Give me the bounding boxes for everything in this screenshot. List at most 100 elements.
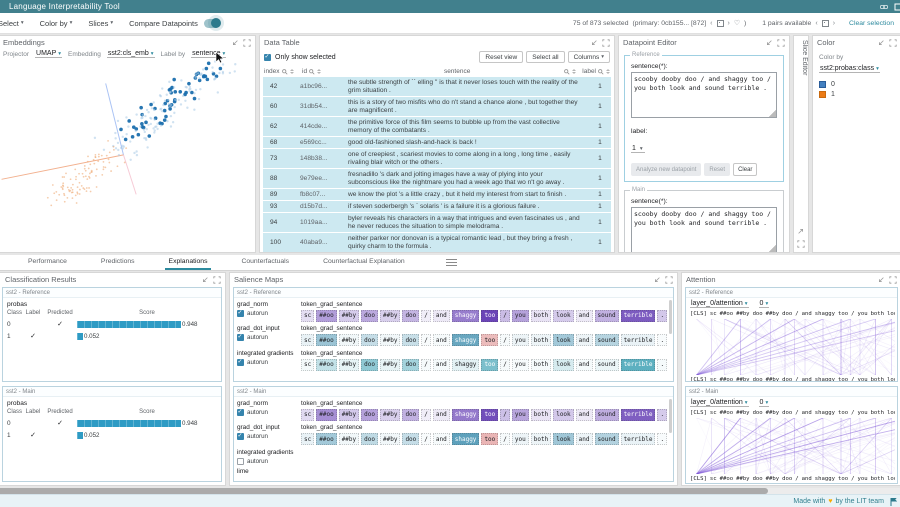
layout-drag-handle[interactable] xyxy=(446,259,457,266)
datapoint xyxy=(77,193,79,195)
color-by-menu[interactable]: Color by▾ xyxy=(40,19,73,28)
reset-view-button[interactable]: Reset view xyxy=(479,51,523,63)
only-show-selected-checkbox[interactable] xyxy=(264,54,271,61)
sentence-textarea[interactable] xyxy=(631,72,777,118)
analyze-new-datapoint-button[interactable]: Analyze new datapoint xyxy=(631,163,701,176)
minimize-panel-icon[interactable] xyxy=(201,276,209,284)
table-row[interactable]: 941019aa...byler reveals his characters … xyxy=(263,213,611,232)
table-row[interactable]: 42a1bc96...the subtle strength of `` ell… xyxy=(263,77,611,96)
goto-datapoint-icon[interactable] xyxy=(717,20,724,27)
clear-button[interactable]: Clear xyxy=(733,163,757,176)
flag-icon[interactable] xyxy=(890,498,897,506)
embeddings-scatterplot[interactable] xyxy=(0,59,253,247)
datapoint xyxy=(101,174,103,176)
search-icon[interactable] xyxy=(564,69,570,75)
sentence-field-label: sentence(*): xyxy=(631,198,777,205)
table-row[interactable]: 68e569cc...good old-fashioned slash-and-… xyxy=(263,137,611,148)
layer-select[interactable]: layer_0/attention▾ xyxy=(690,300,749,308)
salience-token: ##by xyxy=(380,359,400,371)
datapoint xyxy=(173,106,175,108)
sort-icon[interactable] xyxy=(572,69,576,74)
next-datapoint-button[interactable]: › xyxy=(728,20,730,27)
editor-section-main: Mainsentence(*):label:1▾Analyze new data… xyxy=(624,190,784,253)
maximize-panel-icon[interactable] xyxy=(665,276,673,284)
maximize-panel-icon[interactable] xyxy=(777,39,785,47)
columns-button[interactable]: Columns▾ xyxy=(568,51,610,63)
tab-performance[interactable]: Performance xyxy=(24,255,71,270)
sort-icon[interactable] xyxy=(290,69,294,74)
autorun-checkbox[interactable] xyxy=(237,409,244,416)
tab-counterfactual-explanation[interactable]: Counterfactual Explanation xyxy=(319,255,409,270)
slices-menu[interactable]: Slices▾ xyxy=(88,19,113,28)
embedding-select[interactable]: sst2:cls_emb▾ xyxy=(107,50,155,58)
layer-select[interactable]: layer_0/attention▾ xyxy=(690,399,749,407)
table-header: index id sentence label xyxy=(260,65,614,77)
table-row[interactable]: 10040aba9...neither parker nor donovan i… xyxy=(263,233,611,252)
minimize-panel-icon[interactable] xyxy=(231,39,239,47)
app-menu-icon[interactable] xyxy=(894,3,900,11)
table-row[interactable]: 73148b38...one of creepiest , scariest m… xyxy=(263,149,611,168)
minimize-panel-icon[interactable] xyxy=(653,276,661,284)
sentence-textarea[interactable] xyxy=(631,207,777,253)
datapoint xyxy=(222,72,224,74)
prev-datapoint-button[interactable]: ‹ xyxy=(710,20,712,27)
projector-select[interactable]: UMAP▾ xyxy=(35,50,62,58)
minimize-panel-icon[interactable] xyxy=(590,39,598,47)
maximize-panel-icon[interactable] xyxy=(213,276,221,284)
maximize-panel-icon[interactable] xyxy=(889,276,897,284)
pairs-status: 1 pairs available xyxy=(762,20,811,27)
next-pair-button[interactable]: › xyxy=(833,20,835,27)
slice-editor-panel[interactable]: Slice Editor xyxy=(793,35,809,253)
token: both xyxy=(871,410,884,416)
token: [CLS] xyxy=(690,476,707,482)
layer-value: layer_0/attention xyxy=(691,300,743,307)
head-select[interactable]: 0▾ xyxy=(759,399,770,407)
autorun-checkbox[interactable] xyxy=(237,458,244,465)
table-row[interactable]: 89fb8c07...we know the plot 's a little … xyxy=(263,189,611,200)
goto-pair-icon[interactable] xyxy=(822,20,829,27)
search-icon[interactable] xyxy=(309,69,315,75)
share-link-icon[interactable] xyxy=(880,3,888,11)
table-row[interactable]: 62414cde...the primitive force of this f… xyxy=(263,117,611,136)
table-row[interactable]: 889e79ee...fresnadillo 's dark and jolti… xyxy=(263,169,611,188)
label-select[interactable]: 1▾ xyxy=(631,145,645,153)
row-label: 1 xyxy=(590,203,610,211)
tab-counterfactuals[interactable]: Counterfactuals xyxy=(237,255,293,270)
maximize-panel-icon[interactable] xyxy=(602,39,610,47)
prev-pair-button[interactable]: ‹ xyxy=(815,20,817,27)
search-icon[interactable] xyxy=(598,69,604,75)
minimize-panel-icon[interactable] xyxy=(765,39,773,47)
datapoint xyxy=(83,176,85,178)
autorun-checkbox[interactable] xyxy=(237,433,244,440)
sort-icon[interactable] xyxy=(317,69,321,74)
head-select[interactable]: 0▾ xyxy=(759,300,770,308)
expand-panel-icon[interactable] xyxy=(797,227,805,235)
minimize-panel-icon[interactable] xyxy=(877,276,885,284)
chevron-down-icon: ▾ xyxy=(58,51,61,57)
maximize-panel-icon[interactable] xyxy=(889,39,897,47)
autorun-checkbox[interactable] xyxy=(237,334,244,341)
compare-datapoints-toggle[interactable] xyxy=(204,19,220,28)
reset-button[interactable]: Reset xyxy=(704,163,730,176)
table-row[interactable]: 6031db54...this is a story of two misfit… xyxy=(263,97,611,116)
tab-predictions[interactable]: Predictions xyxy=(97,255,139,270)
salience-token: . xyxy=(657,334,667,346)
search-icon[interactable] xyxy=(282,69,288,75)
clear-selection-link[interactable]: Clear selection xyxy=(849,20,894,27)
select-menu[interactable]: Select▾ xyxy=(0,19,24,28)
salience-token: . xyxy=(657,310,667,322)
scrollbar-thumb[interactable] xyxy=(669,300,672,334)
maximize-panel-icon[interactable] xyxy=(797,240,805,248)
minimize-panel-icon[interactable] xyxy=(877,39,885,47)
maximize-panel-icon[interactable] xyxy=(243,39,251,47)
table-row[interactable]: 93d15b7d...if steven soderbergh 's ` sol… xyxy=(263,201,611,212)
favorite-icon[interactable]: ♡ xyxy=(734,19,740,27)
tab-explanations[interactable]: Explanations xyxy=(165,255,212,270)
scrollbar-thumb[interactable] xyxy=(669,399,672,433)
attention-viz: [CLS]sc##oo##bydoo##bydoo/andshaggytoo/y… xyxy=(688,310,895,382)
select-all-button[interactable]: Select all xyxy=(526,51,564,63)
color-by-select[interactable]: sst2:probas:class▾ xyxy=(819,65,880,73)
sort-icon[interactable] xyxy=(606,69,610,74)
autorun-checkbox[interactable] xyxy=(237,310,244,317)
autorun-checkbox[interactable] xyxy=(237,359,244,366)
